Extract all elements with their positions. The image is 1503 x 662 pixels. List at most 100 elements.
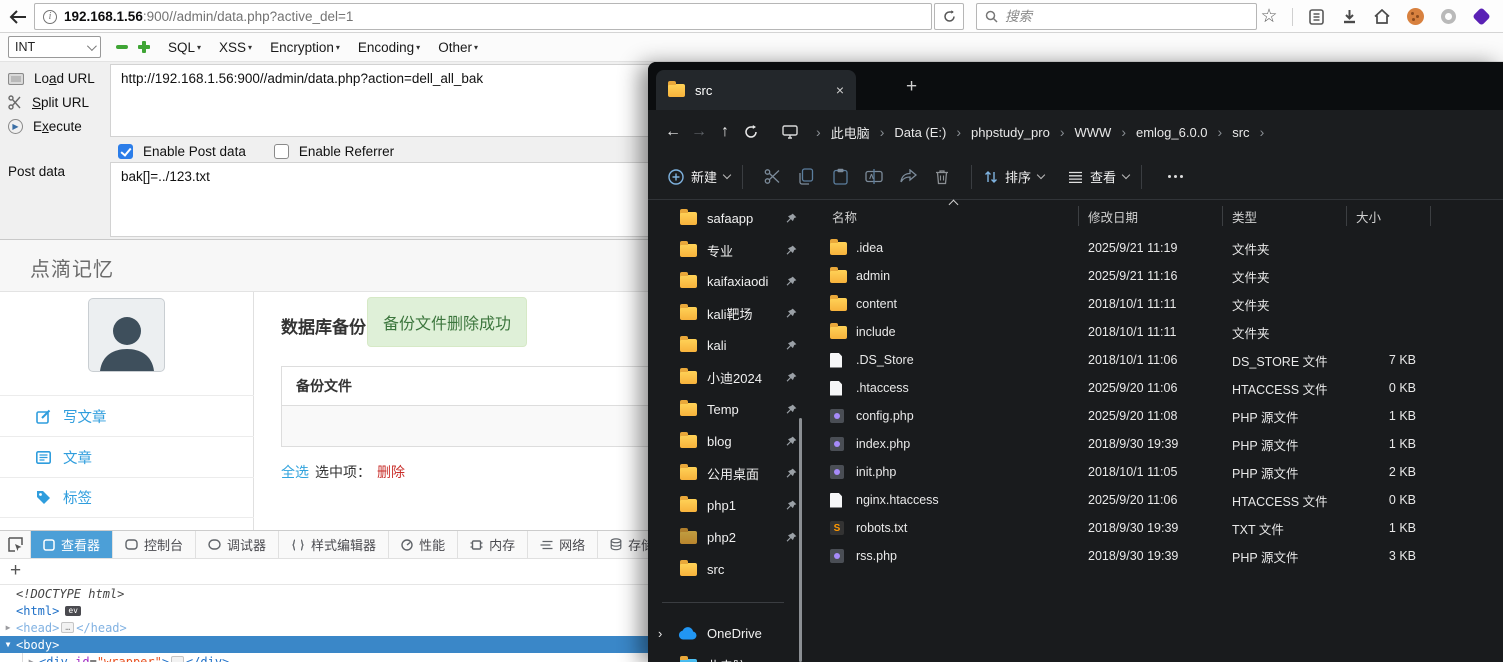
tab-style-editor[interactable]: 样式编辑器 [279,531,390,558]
enable-referrer-checkbox[interactable] [273,144,289,159]
split-url-button[interactable]: Split URL [8,95,89,110]
file-row[interactable]: content 2018/10/1 11:11 文件夹 [810,290,1503,318]
column-divider[interactable] [1222,206,1223,226]
expand-arrow-icon[interactable]: ▶ [23,657,39,662]
enable-post-data-checkbox[interactable] [118,144,133,159]
column-header-size[interactable]: 大小 [1356,200,1381,232]
sidebar-item-zhuanye[interactable]: 专业 [648,237,798,263]
sidebar-item-kali[interactable]: kali [648,332,798,358]
expand-arrow-icon[interactable]: ▶ [0,623,16,632]
home-icon[interactable] [1372,7,1392,27]
file-row[interactable]: .htaccess 2025/9/20 11:06 HTACCESS 文件 0 KB [810,374,1503,402]
library-icon[interactable] [1306,7,1326,27]
file-row[interactable]: index.php 2018/9/30 19:39 PHP 源文件 1 KB [810,430,1503,458]
hackbar-preset-select[interactable]: INT [8,36,101,58]
file-row[interactable]: Srobots.txt 2018/9/30 19:39 TXT 文件 1 KB [810,514,1503,542]
close-tab-icon[interactable]: × [836,82,844,98]
tab-inspector[interactable]: 查看器 [31,531,114,558]
sidebar-item-tags[interactable]: 标签 [0,477,254,518]
info-icon[interactable]: i [43,9,57,24]
breadcrumb-data-e[interactable]: Data (E:) [894,125,946,140]
file-row[interactable]: include 2018/10/1 11:11 文件夹 [810,318,1503,346]
hackbar-extension-icon[interactable] [1471,7,1491,27]
more-options-icon[interactable] [1168,175,1184,178]
sidebar-item-src[interactable]: src [648,556,798,582]
hackbar-remove-icon[interactable] [116,45,128,49]
ellipsis-badge[interactable]: … [171,656,184,662]
explorer-tab-src[interactable]: src × [656,70,856,110]
enable-post-data-label[interactable]: Enable Post data [143,144,246,159]
share-button[interactable] [891,169,925,184]
select-all-link[interactable]: 全选 [281,462,309,482]
file-row[interactable]: nginx.htaccess 2025/9/20 11:06 HTACCESS 文件… [810,486,1503,514]
tab-performance[interactable]: 性能 [389,531,459,558]
chevron-right-icon[interactable]: › [658,626,662,641]
column-header-name[interactable]: 名称 [832,200,857,232]
breadcrumb-this-pc[interactable]: 此电脑 [831,123,870,142]
sidebar-item-onedrive[interactable]: › OneDrive [648,620,798,646]
sidebar-item-php1[interactable]: php1 [648,492,798,518]
column-divider[interactable] [1078,206,1079,226]
nav-refresh-icon[interactable] [738,125,764,139]
sidebar-item-blog[interactable]: blog [648,428,798,454]
column-divider[interactable] [1430,206,1431,226]
collapse-arrow-icon[interactable]: ▼ [0,640,16,649]
file-row[interactable]: rss.php 2018/9/30 19:39 PHP 源文件 3 KB [810,542,1503,570]
file-row[interactable]: .DS_Store 2018/10/1 11:06 DS_STORE 文件 7 KB [810,346,1503,374]
extension-ring-icon[interactable] [1438,7,1458,27]
delete-link[interactable]: 删除 [377,462,405,482]
copy-button[interactable] [789,168,823,185]
sidebar-item-php2[interactable]: php2 [648,524,798,550]
hackbar-menu-xss[interactable]: XSS ▾ [219,40,252,55]
reload-button[interactable] [934,3,964,30]
hackbar-menu-sql[interactable]: SQL ▾ [168,40,201,55]
file-row[interactable]: admin 2025/9/21 11:16 文件夹 [810,262,1503,290]
sidebar-item-temp[interactable]: Temp [648,396,798,422]
file-row[interactable]: config.php 2025/9/20 11:08 PHP 源文件 1 KB [810,402,1503,430]
execute-button[interactable]: ▶ Execute [8,119,82,134]
sidebar-item-write-post[interactable]: 写文章 [0,395,254,436]
sidebar-item-kali-range[interactable]: kali靶场 [648,300,798,326]
paste-button[interactable] [823,168,857,185]
new-button[interactable]: 新建 [668,167,732,186]
breadcrumb-src[interactable]: src [1232,125,1249,140]
hackbar-menu-encoding[interactable]: Encoding ▾ [358,40,420,55]
cookie-extension-icon[interactable] [1405,7,1425,27]
sidebar-item-kaifaxiaodi[interactable]: kaifaxiaodi [648,268,798,294]
sidebar-item-public-desktop[interactable]: 公用桌面 [648,460,798,486]
address-bar[interactable]: i 192.168.1.56:900//admin/data.php?activ… [34,3,932,30]
hackbar-menu-encryption[interactable]: Encryption ▾ [270,40,340,55]
new-tab-button[interactable]: + [906,76,917,98]
downloads-icon[interactable] [1339,7,1359,27]
nav-up-icon[interactable]: ↑ [712,123,738,141]
column-divider[interactable] [1346,206,1347,226]
view-button[interactable]: 查看 [1068,167,1131,186]
sidebar-item-xiaodi2024[interactable]: 小迪2024 [648,364,798,390]
tab-debugger[interactable]: 调试器 [196,531,280,558]
back-button[interactable] [6,5,30,29]
cut-button[interactable] [755,168,789,185]
nav-back-icon[interactable]: ← [660,123,686,141]
nav-forward-icon[interactable]: → [686,123,712,141]
file-row[interactable]: init.php 2018/10/1 11:05 PHP 源文件 2 KB [810,458,1503,486]
tab-console[interactable]: 控制台 [113,531,197,558]
sidebar-scrollbar[interactable] [799,418,802,662]
hackbar-add-icon[interactable] [138,41,150,53]
pick-element-button[interactable] [0,531,31,558]
rename-button[interactable] [857,169,891,184]
breadcrumb-phpstudy-pro[interactable]: phpstudy_pro [971,125,1050,140]
sidebar-item-posts[interactable]: 文章 [0,436,254,477]
breadcrumb-emlog[interactable]: emlog_6.0.0 [1136,125,1208,140]
file-row[interactable]: .idea 2025/9/21 11:19 文件夹 [810,234,1503,262]
breadcrumb-www[interactable]: WWW [1075,125,1112,140]
event-badge[interactable]: ev [65,605,81,616]
tab-network[interactable]: 网络 [528,531,599,558]
column-header-type[interactable]: 类型 [1232,200,1257,232]
column-header-date[interactable]: 修改日期 [1088,200,1138,232]
enable-referrer-label[interactable]: Enable Referrer [299,144,394,159]
ellipsis-badge[interactable]: … [61,622,75,633]
bookmark-star-icon[interactable]: ☆ [1259,7,1279,27]
search-input[interactable] [1005,9,1248,24]
sort-button[interactable]: 排序 [984,167,1046,186]
hackbar-menu-other[interactable]: Other ▾ [438,40,478,55]
